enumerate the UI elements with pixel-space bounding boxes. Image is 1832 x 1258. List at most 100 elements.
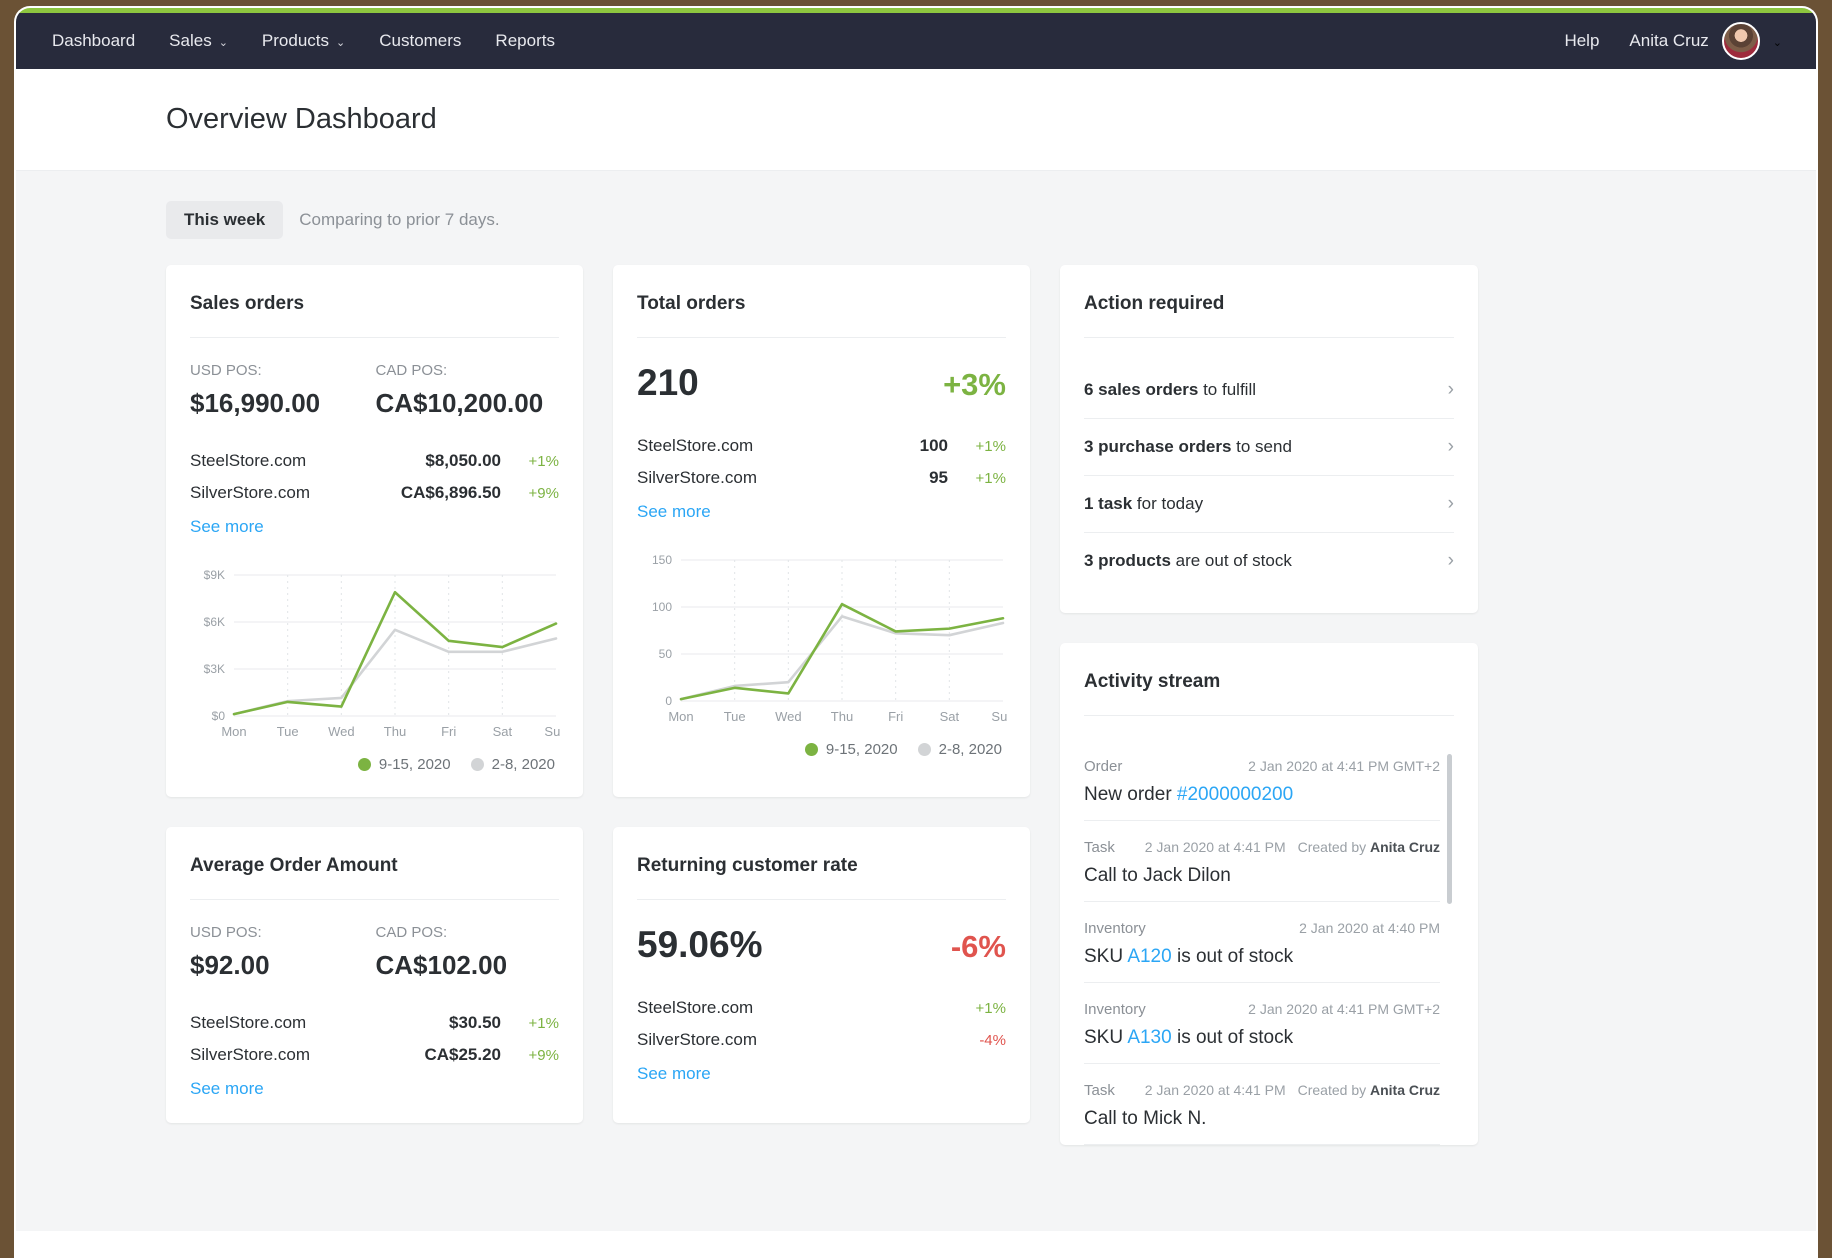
store-delta: +1% xyxy=(528,1015,559,1032)
activity-text: Call to Jack Dilon xyxy=(1084,865,1231,886)
card-title: Activity stream xyxy=(1084,671,1221,692)
nav-item-label: Products xyxy=(261,31,330,50)
legend-item: 2-8, 2020 xyxy=(470,756,555,773)
x-axis-tick: Sun xyxy=(991,709,1007,724)
store-row: SteelStore.com $8,050.00 +1% xyxy=(190,445,559,477)
legend-label: 9-15, 2020 xyxy=(378,756,451,773)
legend-label: 2-8, 2020 xyxy=(491,756,555,773)
store-delta: +9% xyxy=(528,1047,559,1064)
store-amount: 95 xyxy=(929,468,948,487)
store-name: SteelStore.com xyxy=(637,998,754,1017)
usd-pos-value: $16,990.00 xyxy=(190,388,321,418)
store-name: SilverStore.com xyxy=(190,483,310,502)
activity-item-header: Task 2 Jan 2020 at 4:41 PM Created by Anit… xyxy=(1084,839,1440,856)
activity-item: Order 2 Jan 2020 at 4:41 PM GMT+2 New orde… xyxy=(1084,740,1440,821)
store-name: SilverStore.com xyxy=(637,1030,757,1049)
y-axis-tick: 50 xyxy=(659,647,673,661)
action-item[interactable]: 1 task for today › xyxy=(1084,476,1454,533)
nav-item-sales[interactable]: Sales ⌄ xyxy=(169,31,228,51)
cad-pos-block: CAD POS: CA$10,200.00 xyxy=(374,362,560,419)
activity-stream-list[interactable]: Order 2 Jan 2020 at 4:41 PM GMT+2 New orde… xyxy=(1084,740,1454,1145)
x-axis-tick: Sat xyxy=(493,724,513,739)
store-delta: +1% xyxy=(975,1000,1006,1017)
activity-timestamp: 2 Jan 2020 at 4:41 PM GMT+2 xyxy=(1248,1001,1440,1017)
period-comparison-note: Comparing to prior 7 days. xyxy=(299,210,500,229)
activity-type: Inventory xyxy=(1084,1001,1146,1018)
legend-item: 9-15, 2020 xyxy=(804,741,898,758)
chevron-down-icon: ⌄ xyxy=(218,36,228,49)
store-amount: $30.50 xyxy=(449,1013,501,1032)
x-axis-tick: Sun xyxy=(544,724,560,739)
legend-item: 9-15, 2020 xyxy=(357,756,451,773)
store-breakdown-list: SteelStore.com 100 +1% SilverStore.com 95 +1% xyxy=(637,430,1006,494)
cad-pos-label: CAD POS: xyxy=(375,924,448,941)
legend-item: 2-8, 2020 xyxy=(917,741,1002,758)
store-breakdown-list: SteelStore.com +1% SilverStore.com -4% xyxy=(637,992,1006,1056)
y-axis-tick: 150 xyxy=(652,553,672,567)
scrollbar-thumb[interactable] xyxy=(1447,754,1452,904)
legend-color-dot xyxy=(357,758,371,771)
dashboard-body: This week Comparing to prior 7 days. Sal… xyxy=(16,171,1816,1231)
action-item-label: 1 task for today xyxy=(1084,494,1204,513)
chevron-down-icon: ⌄ xyxy=(336,36,346,49)
nav-item-customers[interactable]: Customers xyxy=(379,31,461,51)
activity-timestamp: 2 Jan 2020 at 4:40 PM xyxy=(1299,920,1440,936)
store-delta: +1% xyxy=(975,470,1006,487)
x-axis-tick: Wed xyxy=(775,709,802,724)
activity-link[interactable]: A130 xyxy=(1127,1027,1171,1048)
store-name: SilverStore.com xyxy=(637,468,757,487)
divider xyxy=(637,337,1006,338)
activity-text: Call to Mick N. xyxy=(1084,1108,1207,1129)
legend-label: 2-8, 2020 xyxy=(938,741,1002,758)
nav-item-help[interactable]: Help xyxy=(1564,31,1599,51)
cad-pos-block: CAD POS: CA$102.00 xyxy=(374,924,560,981)
store-amount: $8,050.00 xyxy=(425,451,501,470)
store-name: SteelStore.com xyxy=(190,1013,307,1032)
pos-values-row: USD POS: $16,990.00 CAD POS: CA$10,200.0… xyxy=(190,362,559,419)
metric-cards-column: Sales orders USD POS: $16,990.00 CAD POS… xyxy=(166,265,1030,1123)
x-axis-tick: Tue xyxy=(277,724,299,739)
total-orders-chart: 0 50 100 150 Mon Tue Wed Thu Fri Sat Sun 9-15, 2020… xyxy=(637,552,1007,758)
legend-color-dot xyxy=(804,743,818,756)
pos-values-row: USD POS: $92.00 CAD POS: CA$102.00 xyxy=(190,924,559,981)
store-delta: -4% xyxy=(979,1032,1006,1049)
nav-item-dashboard[interactable]: Dashboard xyxy=(52,31,135,51)
nav-item-label: Reports xyxy=(495,31,555,50)
x-axis-tick: Sat xyxy=(940,709,960,724)
activity-type: Task xyxy=(1084,1082,1115,1099)
see-more-link[interactable]: See more xyxy=(190,1079,264,1099)
usd-pos-label: USD POS: xyxy=(190,924,262,941)
nav-item-reports[interactable]: Reports xyxy=(495,31,555,51)
divider xyxy=(190,899,559,900)
activity-timestamp: 2 Jan 2020 at 4:41 PM xyxy=(1144,1082,1286,1098)
store-amount: 100 xyxy=(919,436,948,455)
usd-pos-block: USD POS: $92.00 xyxy=(190,924,374,981)
nav-item-products[interactable]: Products ⌄ xyxy=(262,31,345,51)
headline-value: 59.06% xyxy=(637,924,763,965)
store-name: SteelStore.com xyxy=(190,451,307,470)
action-item-label: 3 products are out of stock xyxy=(1084,551,1292,570)
user-menu[interactable]: Anita Cruz ⌄ xyxy=(1629,22,1782,60)
action-item[interactable]: 6 sales orders to fulfill › xyxy=(1084,362,1454,419)
action-item[interactable]: 3 purchase orders to send › xyxy=(1084,419,1454,476)
see-more-link[interactable]: See more xyxy=(637,502,711,522)
action-item-label: 3 purchase orders to send xyxy=(1084,437,1292,456)
y-axis-tick: 100 xyxy=(652,600,672,614)
browser-window: Dashboard Sales ⌄ Products ⌄ Customers Reports… xyxy=(16,8,1816,1258)
store-row: SilverStore.com CA$25.20 +9% xyxy=(190,1039,559,1071)
headline-delta: -6% xyxy=(950,929,1006,964)
see-more-link[interactable]: See more xyxy=(637,1064,711,1084)
legend-color-dot xyxy=(470,758,484,771)
see-more-link[interactable]: See more xyxy=(190,517,264,537)
activity-item: Task 2 Jan 2020 at 4:41 PM Created by Anit… xyxy=(1084,1064,1440,1145)
activity-type: Order xyxy=(1084,758,1123,775)
action-item[interactable]: 3 products are out of stock › xyxy=(1084,533,1454,589)
chart-legend: 9-15, 2020 2-8, 2020 xyxy=(190,756,559,773)
period-chip-this-week[interactable]: This week xyxy=(166,201,284,239)
activity-link[interactable]: A120 xyxy=(1127,946,1171,967)
activity-link[interactable]: #2000000200 xyxy=(1177,784,1293,805)
card-title: Average Order Amount xyxy=(190,855,398,876)
divider xyxy=(637,899,1006,900)
x-axis-tick: Fri xyxy=(441,724,456,739)
chart-legend: 9-15, 2020 2-8, 2020 xyxy=(637,741,1006,758)
